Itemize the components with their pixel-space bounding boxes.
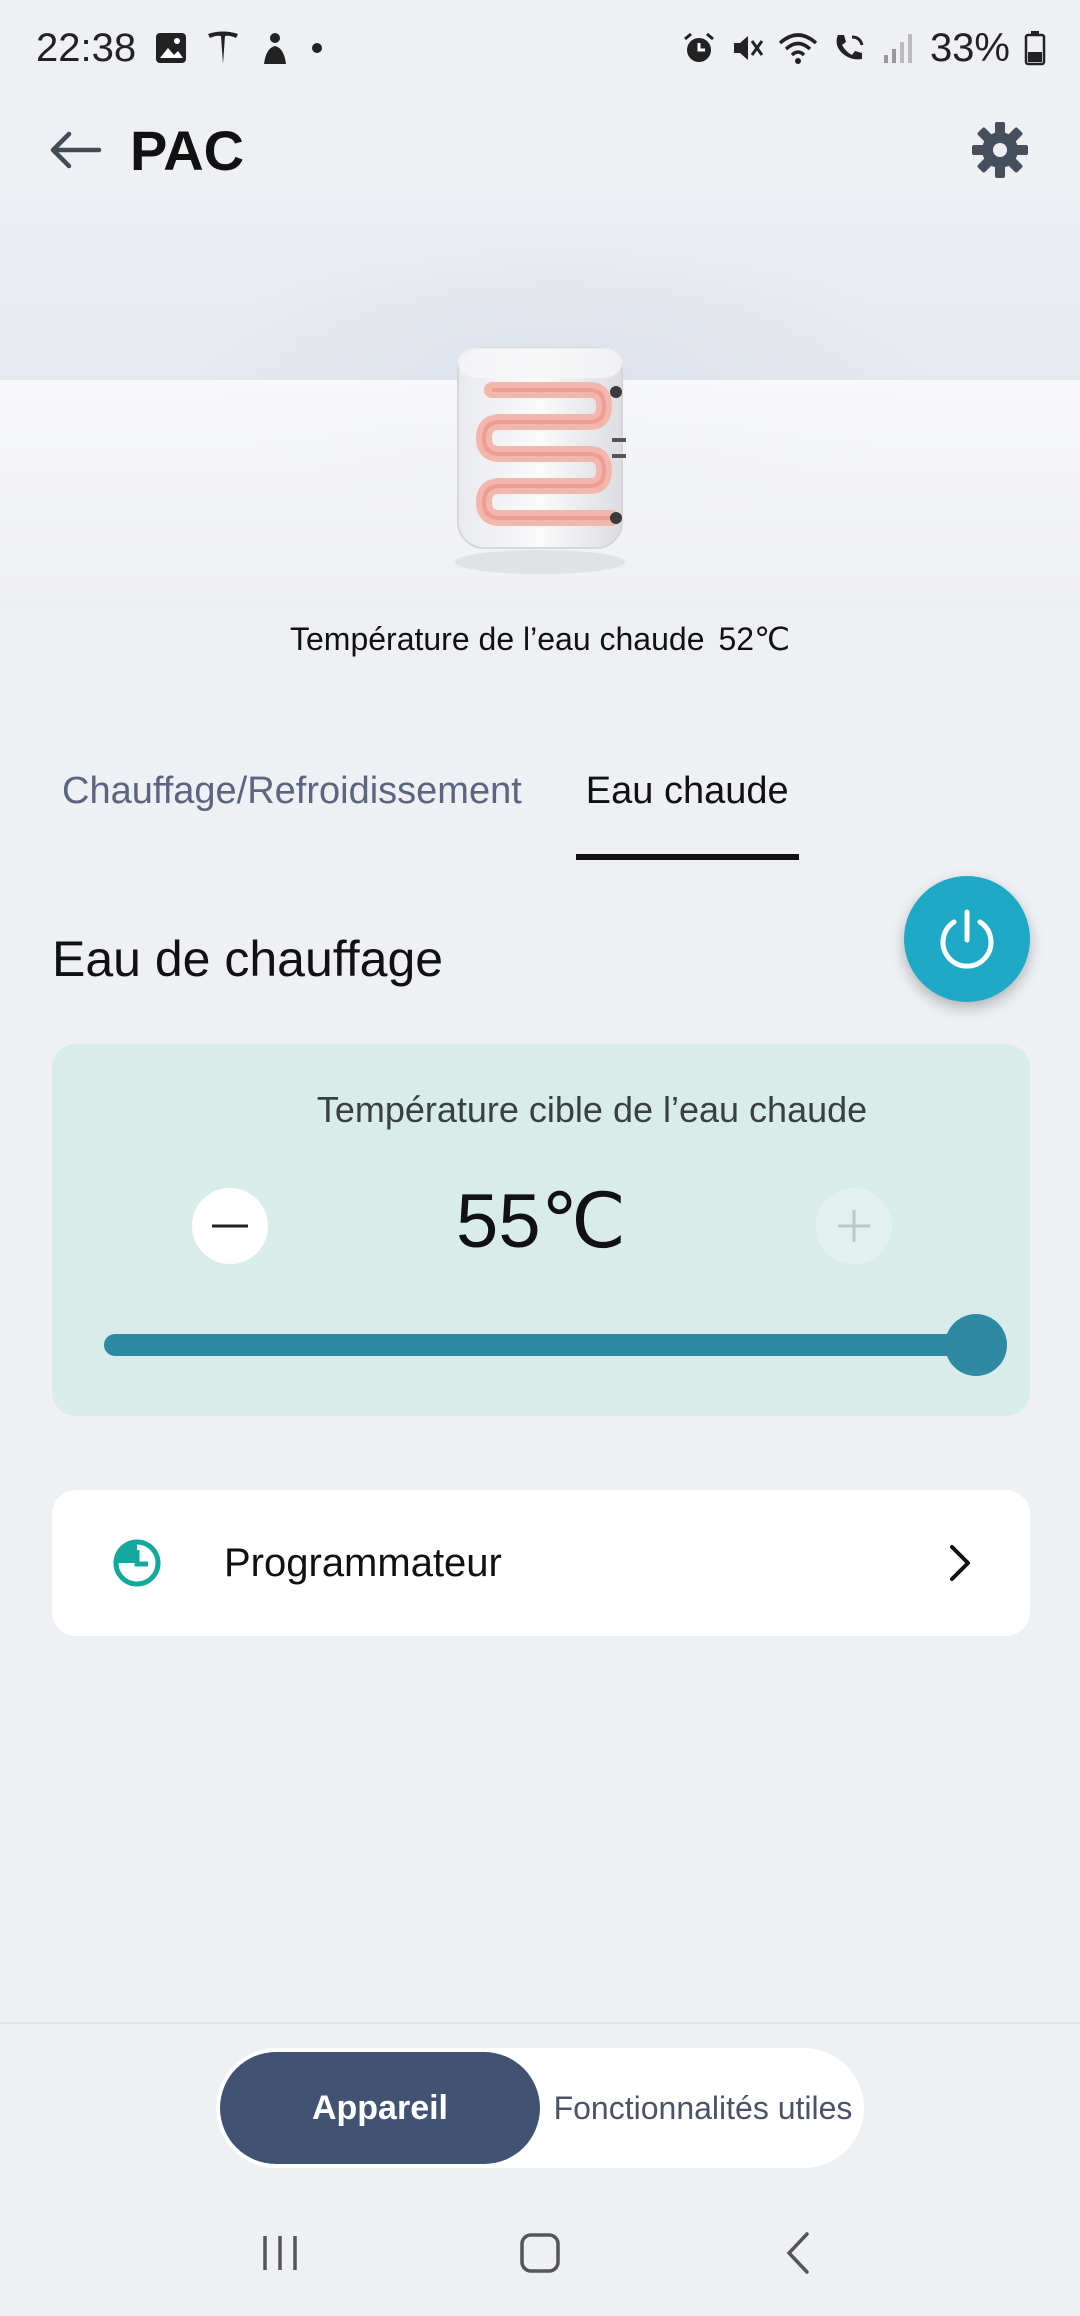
tab-heating-cooling[interactable]: Chauffage/Refroidissement [62,770,522,860]
bottom-nav-bar: Appareil Fonctionnalités utiles [0,2022,1080,2190]
home-icon [520,2233,560,2273]
signal-icon [882,31,916,65]
temperature-slider-thumb[interactable] [945,1314,1007,1376]
battery-percent: 33% [929,25,1010,70]
battery-icon [1024,30,1046,66]
sleep-icon [258,30,292,66]
dot-icon [310,41,324,55]
hero-panel: Température de l’eau chaude 52℃ [0,200,1080,690]
hot-water-value: 52℃ [718,621,791,657]
temperature-slider-fill [104,1334,984,1356]
plus-icon [838,1210,870,1242]
hot-water-label: Température de l’eau chaude [289,621,705,657]
power-icon [940,909,994,969]
home-button[interactable] [500,2213,580,2293]
status-time: 22:38 [36,25,137,70]
status-right: 33% [682,26,1046,71]
back-button[interactable] [40,115,110,185]
settings-button[interactable] [960,110,1040,190]
mode-tabs: Chauffage/Refroidissement Eau chaude [62,770,853,860]
gear-icon [972,122,1028,178]
recent-apps-button[interactable] [240,2213,320,2293]
system-nav-bar [0,2190,1080,2316]
tab-hot-water[interactable]: Eau chaude [575,770,799,860]
programmer-label: Programmateur [224,1540,502,1585]
target-temperature-card: Température cible de l’eau chaude 55℃ [52,1044,1030,1416]
section-title: Eau de chauffage [52,931,444,987]
tesla-icon [206,30,240,66]
target-temperature-label: Température cible de l’eau chaude [316,1089,868,1130]
chevron-right-icon [944,1543,974,1583]
water-heater-image [455,347,626,574]
bottom-segmented-control: Appareil Fonctionnalités utiles [216,2048,864,2168]
back-arrow-icon [50,131,102,169]
status-left: 22:38 [36,26,324,71]
wifi-icon [778,31,818,65]
nav-useful-features-tab[interactable]: Fonctionnalités utiles [546,2052,860,2164]
increase-button[interactable] [816,1188,892,1264]
recent-apps-icon [263,2236,297,2270]
page-title: PAC [130,118,245,182]
app-header: PAC [0,100,1080,200]
programmer-row[interactable]: Programmateur [52,1490,1030,1636]
gallery-icon [154,31,188,65]
hot-water-readout: Température de l’eau chaude 52℃ [0,620,1080,658]
system-back-icon [786,2232,809,2274]
power-button[interactable] [904,876,1030,1002]
wifi-call-icon [832,31,868,65]
temperature-slider-track[interactable] [104,1334,984,1356]
alarm-icon [682,31,716,65]
schedule-clock-icon [113,1539,161,1587]
system-back-button[interactable] [760,2213,840,2293]
status-bar: 22:38 33% [0,0,1080,96]
nav-device-tab[interactable]: Appareil [220,2052,540,2164]
mute-icon [730,31,764,65]
